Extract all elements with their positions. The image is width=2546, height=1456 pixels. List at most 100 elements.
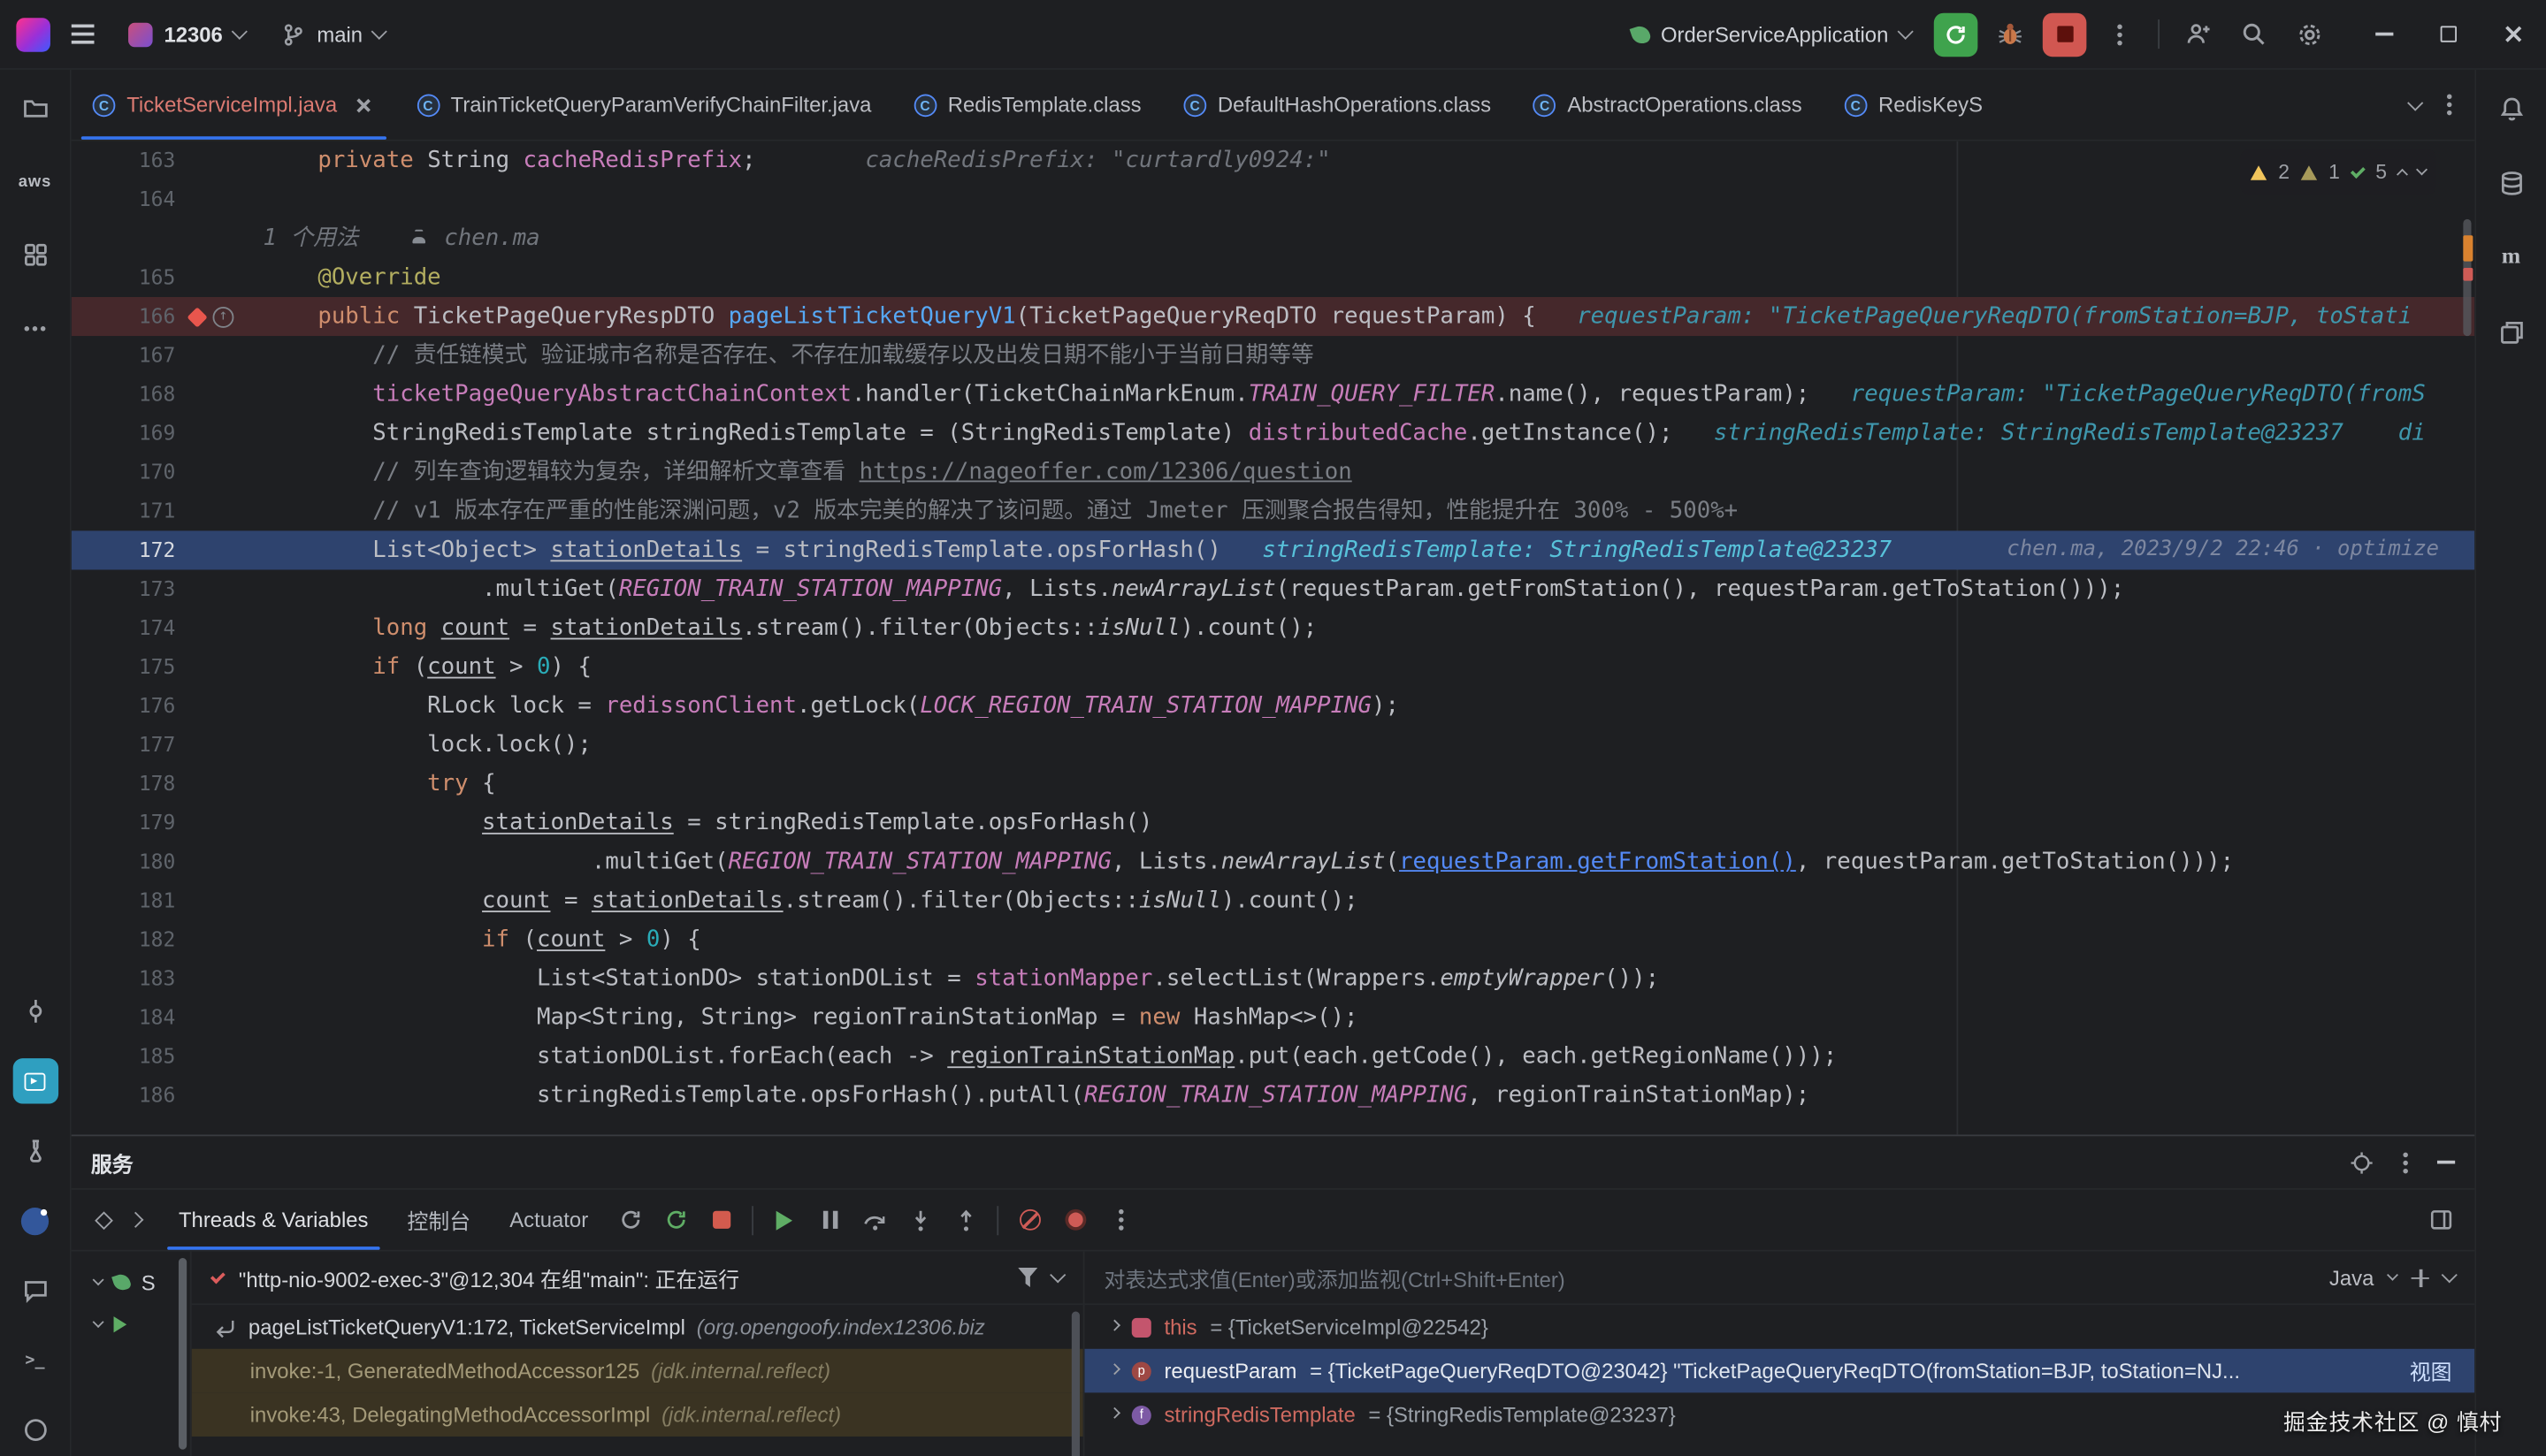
line-number[interactable]: 173 [72,569,176,608]
gutter[interactable] [175,920,263,959]
code-editor[interactable]: 163 private String cacheRedisPrefix; cac… [72,141,2474,1135]
debug-button[interactable] [1987,11,2032,57]
maximize-button[interactable] [2416,0,2481,69]
panel-options-kebab-icon[interactable] [2403,1160,2408,1165]
services-scrollbar-thumb[interactable] [179,1258,187,1450]
dependencies-tool-button[interactable] [2489,310,2534,355]
line-number[interactable]: 182 [72,920,176,959]
stack-frame[interactable]: invoke:43, DelegatingMethodAccessorImpl … [192,1392,1083,1437]
step-into-button[interactable] [900,1199,943,1241]
tab-defaulthashoperations[interactable]: C DefaultHashOperations.class [1162,70,1511,140]
mute-breakpoints-button[interactable] [1009,1199,1051,1241]
method-breakpoint-icon[interactable] [187,306,207,326]
chevron-right-icon[interactable] [1109,1406,1120,1418]
code-line-163[interactable]: 163 private String cacheRedisPrefix; cac… [72,141,2474,180]
tab-options-kebab-icon[interactable] [2447,103,2452,108]
variable-row[interactable]: f stringRedisTemplate = {StringRedisTemp… [1085,1392,2475,1437]
editor-scrollbar[interactable] [2458,141,2474,1135]
gutter[interactable] [175,687,263,726]
code-line-164[interactable]: 164 [72,180,2474,219]
add-watch-icon[interactable] [2412,1269,2429,1286]
layout-settings-button[interactable] [2420,1199,2462,1241]
code-line-180[interactable]: 180 .multiGet(REGION_TRAIN_STATION_MAPPI… [72,842,2474,881]
gutter[interactable] [175,804,263,842]
gutter[interactable] [175,453,263,492]
lua-tool-button[interactable] [12,1198,57,1243]
gutter[interactable] [175,569,263,608]
stop-process-button[interactable] [700,1199,743,1241]
tab-rediskeys[interactable]: C RedisKeyS [1823,70,2004,140]
line-number[interactable]: 169 [72,414,176,453]
line-number[interactable]: 176 [72,687,176,726]
code-line-178[interactable]: 178 try { [72,765,2474,804]
code-line-168[interactable]: 168 ticketPageQueryAbstractChainContext.… [72,375,2474,414]
line-number[interactable]: 185 [72,1037,176,1076]
code-line-170[interactable]: 170 // 列车查询逻辑较为复杂，详细解析文章查看 https://nageo… [72,453,2474,492]
line-number[interactable]: 166 [72,297,176,336]
override-marker-icon[interactable]: ↑ [213,306,234,327]
line-number[interactable]: 168 [72,375,176,414]
chevron-right-icon[interactable] [1109,1319,1120,1330]
next-problem-icon[interactable] [2416,164,2427,175]
maven-tool-button[interactable]: m [2489,235,2534,280]
code-line-175[interactable]: 175 if (count > 0) { [72,648,2474,687]
chevron-down-icon[interactable] [1050,1267,1066,1283]
more-tools-button[interactable] [12,305,57,350]
code-with-me-button[interactable] [2175,11,2221,57]
gutter[interactable] [175,180,263,219]
code-line-179[interactable]: 179 stationDetails = stringRedisTemplate… [72,804,2474,842]
gutter[interactable] [175,492,263,530]
code-line-183[interactable]: 183 List<StationDO> stationDOList = stat… [72,959,2474,998]
code-line-177[interactable]: 177 lock.lock(); [72,726,2474,765]
tab-list-chevron-icon[interactable] [2407,95,2423,111]
problems-tool-button[interactable] [12,1407,57,1452]
gutter[interactable] [175,959,263,998]
code-line-184[interactable]: 184 Map<String, String> regionTrainStati… [72,998,2474,1037]
aws-tool-button[interactable]: aws [12,159,57,204]
terminal-tool-button[interactable]: >_ [12,1338,57,1383]
frames-scrollbar-thumb[interactable] [1072,1312,1080,1456]
line-number[interactable]: 179 [72,804,176,842]
code-line-167[interactable]: 167 // 责任链模式 验证城市名称是否存在、不存在加载缓存以及出发日期不能小… [72,336,2474,375]
rerun-button[interactable] [1934,12,1978,57]
line-number[interactable] [72,219,176,258]
tab-trainticketqueryparamverifychainfilter[interactable]: C TrainTicketQueryParamVerifyChainFilter… [395,70,892,140]
resume-button[interactable] [763,1199,806,1241]
gutter[interactable] [175,1076,263,1115]
services-tree[interactable]: S [72,1252,192,1456]
code-line-182[interactable]: 182 if (count > 0) { [72,920,2474,959]
gutter[interactable] [175,258,263,297]
code-line-171[interactable]: 171 // v1 版本存在严重的性能深渊问题，v2 版本完美的解决了该问题。通… [72,492,2474,530]
line-number[interactable]: 170 [72,453,176,492]
services-tree-node[interactable] [72,1303,190,1345]
line-number[interactable]: 186 [72,1076,176,1115]
inspections-widget[interactable]: 2 1 5 [2241,149,2435,194]
database-tool-button[interactable] [2489,161,2534,206]
code-line-166[interactable]: 166↑ public TicketPageQueryRespDTO pageL… [72,297,2474,336]
settings-button[interactable] [2286,11,2331,57]
view-breakpoints-button[interactable] [1054,1199,1097,1241]
chevron-down-icon[interactable] [93,1316,104,1328]
run-config-widget[interactable]: OrderServiceApplication [1618,15,1924,52]
main-menu-button[interactable] [60,11,105,57]
messaging-tool-button[interactable] [12,1268,57,1313]
code-line-186[interactable]: 186 stringRedisTemplate.opsForHash().put… [72,1076,2474,1115]
line-number[interactable]: 165 [72,258,176,297]
rerun-green-button[interactable] [654,1199,697,1241]
gutter[interactable] [175,141,263,180]
pause-button[interactable] [809,1199,852,1241]
close-tab-icon[interactable] [352,94,375,117]
line-number[interactable]: 172 [72,530,176,569]
variable-row[interactable]: p requestParam = {TicketPageQueryReqDTO@… [1085,1349,2475,1393]
line-number[interactable]: 180 [72,842,176,881]
chevron-right-icon[interactable] [1109,1362,1120,1374]
language-selector[interactable]: Java [2329,1265,2374,1290]
step-over-button[interactable] [854,1199,897,1241]
services-tree-node[interactable]: S [72,1262,190,1304]
code-line-185[interactable]: 185 stationDOList.forEach(each -> region… [72,1037,2474,1076]
step-out-button[interactable] [945,1199,988,1241]
code-line-181[interactable]: 181 count = stationDetails.stream().filt… [72,881,2474,920]
variable-row[interactable]: this = {TicketServiceImpl@22542} [1085,1305,2475,1349]
debug-more-button[interactable] [1100,1199,1143,1241]
expand-chevron-icon[interactable] [2442,1267,2458,1283]
